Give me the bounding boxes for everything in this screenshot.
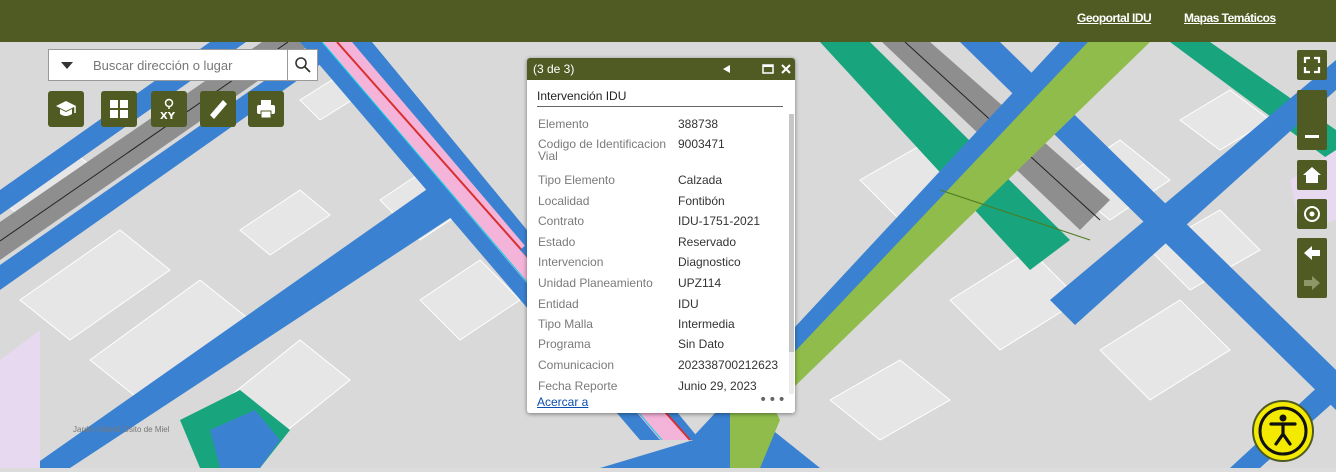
xy-coordinates-icon: XY [160,98,176,121]
ruler-icon [210,100,227,119]
popup-scrollbar[interactable] [789,114,794,394]
attribute-name: Contrato [538,214,585,228]
popup-footer: Acercar a ••• [527,392,795,413]
fullscreen-icon [1303,56,1321,74]
attribute-name: Comunicacion [538,358,615,372]
attribute-name: Programa [538,337,591,351]
popup-attribute-table[interactable]: Elemento 388738 Codigo de Identificacion… [527,112,789,395]
scrollbar-thumb[interactable] [789,114,794,352]
attribute-value: 202338700212623 [678,358,779,372]
zoom-out-button[interactable] [1297,90,1327,150]
accessibility-icon [1258,406,1308,456]
attribute-value: Fontibón [678,194,725,208]
attribute-value: UPZ114 [678,276,722,290]
locate-icon [1304,206,1320,222]
close-icon[interactable] [780,63,792,75]
accessibility-button[interactable] [1252,400,1314,462]
home-icon [1303,167,1321,183]
search-input[interactable] [89,52,293,78]
popup-title: Intervención IDU [537,89,627,103]
attribute-name: Fecha Reporte [538,379,618,393]
education-tool-button[interactable] [48,91,84,127]
svg-text:XY: XY [160,111,176,121]
attribute-name: Unidad Planeamiento [538,276,653,290]
attribute-value: 388738 [678,117,719,131]
popup-divider [537,106,783,107]
caret-down-icon [61,62,73,69]
zoom-out-icon [1305,135,1319,138]
attribute-value: IDU [678,297,699,311]
mapas-tematicos-link[interactable]: Mapas Temáticos [1184,11,1276,25]
attribute-name: Codigo de Identificacion Vial [538,137,667,163]
more-actions-button[interactable]: ••• [759,392,787,408]
top-bar: Geoportal IDU Mapas Temáticos [0,0,1336,42]
extent-navigation [1297,238,1327,298]
attribute-name: Tipo Elemento [538,173,615,187]
search-source-dropdown[interactable] [49,50,87,80]
layers-grid-button[interactable] [101,91,137,127]
attribute-value: 9003471 [678,137,725,151]
xy-coordinates-button[interactable]: XY [151,91,187,127]
print-icon [257,100,275,119]
attribute-value: Intermedia [678,317,735,331]
attribute-value: Calzada [678,173,723,187]
attribute-value: Junio 29, 2023 [678,379,757,393]
education-icon [56,101,76,116]
popup-header: (3 de 3) [527,58,795,80]
popup-feature-count: (3 de 3) [533,62,575,76]
fullscreen-button[interactable] [1297,50,1327,80]
map-place-label: Jardin Infantil Osito de Miel [73,425,170,434]
previous-feature-icon[interactable] [722,64,732,74]
attribute-value: Diagnostico [678,255,741,269]
home-button[interactable] [1297,160,1327,190]
search-icon [295,57,311,73]
geoportal-idu-link[interactable]: Geoportal IDU [1077,11,1152,25]
feature-popup: (3 de 3) Intervención IDU Elemento 38873… [527,58,795,413]
attribute-name: Elemento [538,117,589,131]
attribute-name: Tipo Malla [538,317,593,331]
attribute-name: Localidad [538,194,590,208]
search-button[interactable] [287,50,317,80]
locate-button[interactable] [1297,199,1327,229]
attribute-name: Estado [538,235,576,249]
back-arrow-icon[interactable] [1302,243,1322,263]
forward-arrow-icon[interactable] [1302,273,1322,293]
attribute-value: Reservado [678,235,737,249]
print-button[interactable] [248,91,284,127]
attribute-name: Entidad [538,297,579,311]
attribute-value: Sin Dato [678,337,725,351]
grid-icon [110,100,128,118]
zoom-to-link[interactable]: Acercar a [537,395,588,409]
attribute-name: Intervencion [538,255,604,269]
search-box [48,49,318,81]
attribute-value: IDU-1751-2021 [678,214,761,228]
measure-tool-button[interactable] [200,91,236,127]
maximize-icon[interactable] [762,63,774,75]
